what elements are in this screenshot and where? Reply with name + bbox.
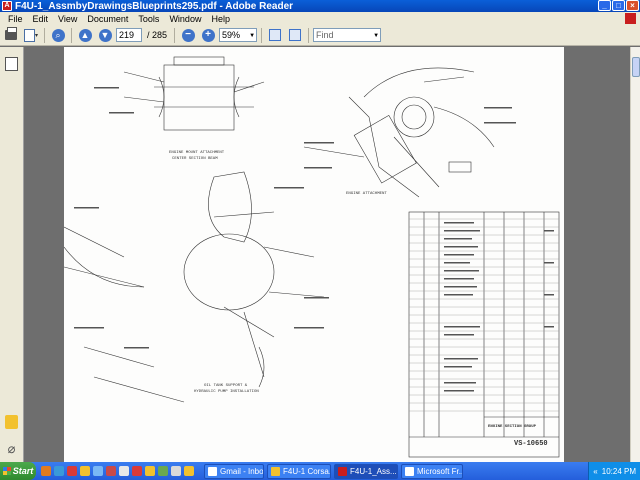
task-label: Microsoft Fr... [417,466,463,476]
taskbar-item-corsair[interactable]: F4U-1 Corsa... [267,463,331,479]
browser-icon [208,466,217,476]
previous-page-button[interactable]: ▲ [76,27,94,44]
menu-tools[interactable]: Tools [133,14,164,24]
adobe-logo-icon [625,13,636,24]
maximize-button[interactable]: □ [612,0,625,11]
window-title: F4U-1_AssmbyDrawingsBlueprints295.pdf - … [15,0,294,12]
chevron-down-icon: ▼ [249,33,256,39]
taskbar-item-microsoft[interactable]: Microsoft Fr... [401,463,463,479]
show-hidden-icons-button[interactable]: « [593,467,597,476]
taskbar: Start Gmail - Inbo... F4U-1 Corsa... F4U… [0,462,640,480]
close-button[interactable]: × [626,0,639,11]
fit-page-button[interactable] [266,27,284,44]
arrow-down-icon: ▼ [98,28,112,42]
attachments-panel-icon[interactable]: ⌀ [5,441,18,456]
save-copy-button[interactable]: ▾ [22,27,40,44]
find-tool-button[interactable]: ⌕ [49,27,67,44]
menu-window[interactable]: Window [164,14,206,24]
app-icon [405,466,414,476]
drawing-caption: OIL TANK SUPPORT & [204,384,248,388]
drawing-caption: CENTER SECTION BEAM [172,157,218,161]
title-bar: A F4U-1_AssmbyDrawingsBlueprints295.pdf … [0,0,640,12]
zoom-value: 59% [222,30,241,40]
navigation-pane: ⌀ [0,47,24,462]
fit-page-icon [269,29,282,41]
drawing-caption: HYDRAULIC PUMP INSTALLATION [194,390,259,394]
quick-launch [41,466,194,476]
zoom-in-button[interactable]: + [199,27,217,44]
taskbar-item-pdf[interactable]: F4U-1_Ass... [334,463,398,479]
app-icon[interactable] [158,466,168,476]
toolbar-separator [71,27,72,43]
scrollbar-thumb[interactable] [632,57,640,77]
menu-file[interactable]: File [3,14,28,24]
find-placeholder: Find [316,30,334,40]
app-icon[interactable] [119,466,129,476]
pdf-page: ENGINE MOUNT ATTACHMENT CENTER SECTION B… [64,47,564,462]
printer-icon [5,27,17,40]
comments-panel-icon[interactable] [5,415,18,429]
zoom-out-button[interactable]: − [179,27,197,44]
next-page-button[interactable]: ▼ [96,27,114,44]
menu-bar: File Edit View Document Tools Window Hel… [0,12,640,25]
menu-document[interactable]: Document [82,14,133,24]
adobe-reader-icon: A [2,1,12,11]
start-button[interactable]: Start [0,462,36,480]
folder-icon[interactable] [80,466,90,476]
toolbar-separator [44,27,45,43]
toolbar-separator [261,27,263,43]
drawing-caption: ENGINE ATTACHMENT [346,192,387,196]
search-icon: ⌕ [51,28,65,42]
app-icon[interactable] [145,466,155,476]
vertical-scrollbar[interactable] [630,47,640,462]
app-icon[interactable] [184,466,194,476]
document-area[interactable]: ENGINE MOUNT ATTACHMENT CENTER SECTION B… [25,47,630,462]
document-icon [23,28,35,42]
drawing-number: VS-10650 [514,440,548,448]
title-block-label: ENGINE SECTION GROUP [488,425,537,429]
app-icon[interactable] [67,466,77,476]
pages-panel-icon[interactable] [5,57,18,71]
app-icon[interactable] [132,466,142,476]
adobe-reader-icon [338,466,347,476]
zoom-select[interactable]: 59% ▼ [219,28,258,42]
minimize-button[interactable]: _ [598,0,611,11]
page-number-input[interactable]: 219 [116,28,142,42]
toolbar: ▾ ⌕ ▲ ▼ 219 / 285 − + 59% ▼ Find ▼ [0,25,640,46]
blueprint-drawing [64,56,560,458]
find-input[interactable]: Find ▼ [313,28,382,42]
system-tray: « 10:24 PM [588,462,640,480]
ie-icon[interactable] [54,466,64,476]
menu-edit[interactable]: Edit [28,14,54,24]
folder-icon [271,466,280,476]
menu-view[interactable]: View [53,14,82,24]
start-label: Start [12,466,34,476]
zoom-out-icon: − [181,28,195,42]
task-label: F4U-1 Corsa... [283,466,331,476]
clock[interactable]: 10:24 PM [602,467,636,476]
task-label: Gmail - Inbo... [220,466,264,476]
print-button[interactable] [2,27,20,44]
full-screen-button[interactable] [286,27,304,44]
toolbar-separator [308,27,310,43]
firefox-icon[interactable] [41,466,51,476]
zoom-in-icon: + [201,28,215,42]
toolbar-separator [174,27,176,43]
arrow-up-icon: ▲ [78,28,92,42]
app-icon[interactable] [93,466,103,476]
page-total: / 285 [147,30,168,40]
full-screen-icon [289,29,302,41]
windows-logo-icon [2,467,11,475]
app-icon[interactable] [106,466,116,476]
app-icon[interactable] [171,466,181,476]
drawing-caption: ENGINE MOUNT ATTACHMENT [169,151,225,155]
menu-help[interactable]: Help [206,14,235,24]
chevron-down-icon: ▼ [373,33,380,39]
task-label: F4U-1_Ass... [350,466,397,476]
taskbar-item-gmail[interactable]: Gmail - Inbo... [204,463,264,479]
